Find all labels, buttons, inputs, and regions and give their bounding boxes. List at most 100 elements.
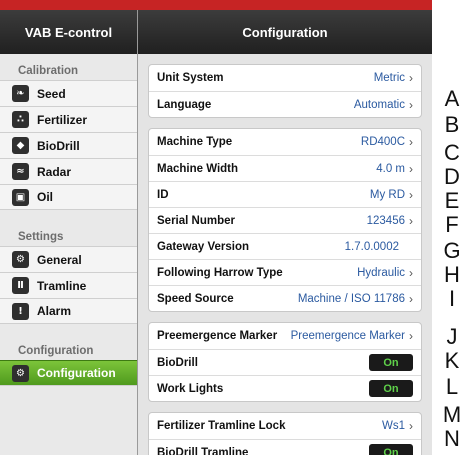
sidebar-item-seed[interactable]: ❧ Seed [0, 80, 137, 106]
seed-icon: ❧ [12, 85, 29, 102]
chevron-right-icon: › [409, 265, 413, 280]
setting-label: Machine Width [157, 162, 239, 175]
sidebar-item-label: Configuration [37, 366, 116, 380]
setting-value-text: 1.7.0.0002 [344, 240, 399, 253]
index-letter-n[interactable]: N [442, 428, 462, 450]
setting-value: Metric › [374, 71, 413, 85]
setting-row-machine-type[interactable]: Machine Type RD400C › [149, 129, 421, 155]
setting-value: 4.0 m › [376, 162, 413, 176]
sidebar-item-biodrill[interactable]: ◆ BioDrill [0, 132, 137, 158]
setting-label: Preemergence Marker [157, 330, 278, 342]
setting-row-biodrill[interactable]: BioDrill On [149, 349, 421, 375]
setting-label: Language [157, 98, 212, 111]
setting-value-text: RD400C [360, 136, 405, 148]
index-letter-c[interactable]: C [442, 142, 462, 164]
setting-label: BioDrill Tramline [157, 446, 249, 455]
index-letter-b[interactable]: B [442, 114, 462, 136]
sidebar-item-configuration[interactable]: ⚙ Configuration [0, 360, 137, 386]
index-letter-l[interactable]: L [442, 376, 462, 398]
sidebar-item-general[interactable]: ⚙ General [0, 246, 137, 272]
index-letter-h[interactable]: H [442, 264, 462, 286]
setting-label: ID [157, 188, 169, 201]
sidebar-item-label: Fertilizer [37, 112, 88, 127]
settings-group: Preemergence Marker Preemergence Marker › B… [148, 322, 422, 402]
sidebar-item-label: Seed [37, 86, 66, 101]
sidebar: VAB E-control Calibration ❧ Seed ∴ Fertilize… [0, 10, 138, 455]
setting-row-unit-system[interactable]: Unit System Metric › [149, 65, 421, 91]
sidebar-item-label: BioDrill [37, 138, 80, 153]
setting-row-gateway-version[interactable]: Gateway Version 1.7.0.0002 [149, 233, 421, 259]
settings-group: Fertilizer Tramline Lock Ws1 › BioDrill Tra… [148, 412, 422, 455]
sidebar-item-label: Alarm [37, 304, 72, 318]
oil-icon: ▣ [12, 188, 29, 206]
sidebar-item-oil[interactable]: ▣ Oil [0, 184, 137, 210]
index-letter-m[interactable]: M [442, 404, 462, 426]
setting-row-fertilizer-tramline-lock[interactable]: Fertilizer Tramline Lock Ws1 › [149, 413, 421, 439]
fertilizer-icon: ∴ [12, 111, 29, 128]
setting-row-machine-width[interactable]: Machine Width 4.0 m › [149, 155, 421, 181]
setting-row-id[interactable]: ID My RD › [149, 181, 421, 207]
setting-value-text: Automatic [353, 98, 405, 111]
setting-value-text: Preemergence Marker [290, 330, 405, 342]
setting-row-biodrill-tramline[interactable]: BioDrill Tramline On [149, 439, 421, 455]
setting-label: Unit System [157, 72, 224, 84]
index-letter-f[interactable]: F [442, 214, 462, 236]
index-letter-g[interactable]: G [442, 240, 462, 262]
setting-row-speed-source[interactable]: Speed Source Machine / ISO 11786 › [149, 285, 421, 311]
index-letter-a[interactable]: A [442, 88, 462, 110]
chevron-right-icon: › [409, 97, 413, 112]
setting-value-text: Hydraulic [357, 266, 405, 279]
setting-value: Machine / ISO 11786 › [298, 292, 413, 306]
setting-label: BioDrill [157, 356, 198, 369]
tramline-icon: Ⅱ [12, 277, 29, 294]
setting-value: RD400C › [361, 135, 413, 149]
index-letter-k[interactable]: K [442, 350, 462, 372]
sidebar-item-fertilizer[interactable]: ∴ Fertilizer [0, 106, 137, 132]
work-lights-toggle[interactable]: On [369, 380, 413, 397]
alarm-icon: ! [12, 302, 29, 320]
index-letter-i[interactable]: I [442, 288, 462, 310]
sidebar-section-configuration: Configuration [18, 345, 94, 357]
sidebar-section-calibration: Calibration [18, 65, 79, 77]
settings-group: Machine Type RD400C › Machine Width 4.0 m › ID… [148, 128, 422, 312]
top-accent-bar [0, 0, 432, 10]
setting-value: 1.7.0.0002 [345, 241, 399, 253]
page-title: Configuration [138, 10, 432, 54]
sidebar-item-label: Radar [37, 164, 72, 179]
setting-row-language[interactable]: Language Automatic › [149, 91, 421, 117]
setting-value-text: 4.0 m [376, 162, 405, 175]
setting-value: Automatic › [354, 98, 413, 112]
sidebar-item-tramline[interactable]: Ⅱ Tramline [0, 272, 137, 298]
sidebar-item-radar[interactable]: ≈ Radar [0, 158, 137, 184]
setting-label: Gateway Version [157, 240, 250, 253]
setting-value: Preemergence Marker › [291, 329, 413, 343]
setting-label: Following Harrow Type [157, 266, 283, 279]
setting-row-preemergence-marker[interactable]: Preemergence Marker Preemergence Marker › [149, 323, 421, 349]
biodrill-toggle[interactable]: On [369, 354, 413, 371]
setting-value-text: 123456 [366, 214, 405, 227]
radar-icon: ≈ [12, 163, 29, 180]
index-letter-e[interactable]: E [442, 190, 462, 212]
chevron-right-icon: › [409, 135, 413, 149]
chevron-right-icon: › [409, 71, 413, 85]
setting-row-following-harrow-type[interactable]: Following Harrow Type Hydraulic › [149, 259, 421, 285]
sidebar-title: VAB E-control [0, 10, 137, 54]
setting-value-text: Metric [373, 72, 405, 84]
setting-value-text: Machine / ISO 11786 [297, 292, 405, 305]
chevron-right-icon: › [409, 187, 413, 202]
sidebar-item-alarm[interactable]: ! Alarm [0, 298, 137, 324]
setting-value: Ws1 › [382, 419, 413, 433]
drop-icon: ◆ [12, 137, 29, 154]
setting-label: Machine Type [157, 136, 233, 148]
chevron-right-icon: › [409, 161, 413, 176]
setting-value-text: Ws1 [382, 420, 405, 432]
sidebar-section-settings: Settings [18, 231, 64, 243]
setting-row-serial-number[interactable]: Serial Number 123456 › [149, 207, 421, 233]
setting-label: Speed Source [157, 292, 234, 305]
index-letter-j[interactable]: J [442, 326, 462, 348]
sidebar-item-label: General [37, 252, 82, 267]
setting-row-work-lights[interactable]: Work Lights On [149, 375, 421, 401]
index-letter-d[interactable]: D [442, 166, 462, 188]
biodrill-tramline-toggle[interactable]: On [369, 444, 413, 455]
setting-value-text: My RD [369, 188, 405, 201]
